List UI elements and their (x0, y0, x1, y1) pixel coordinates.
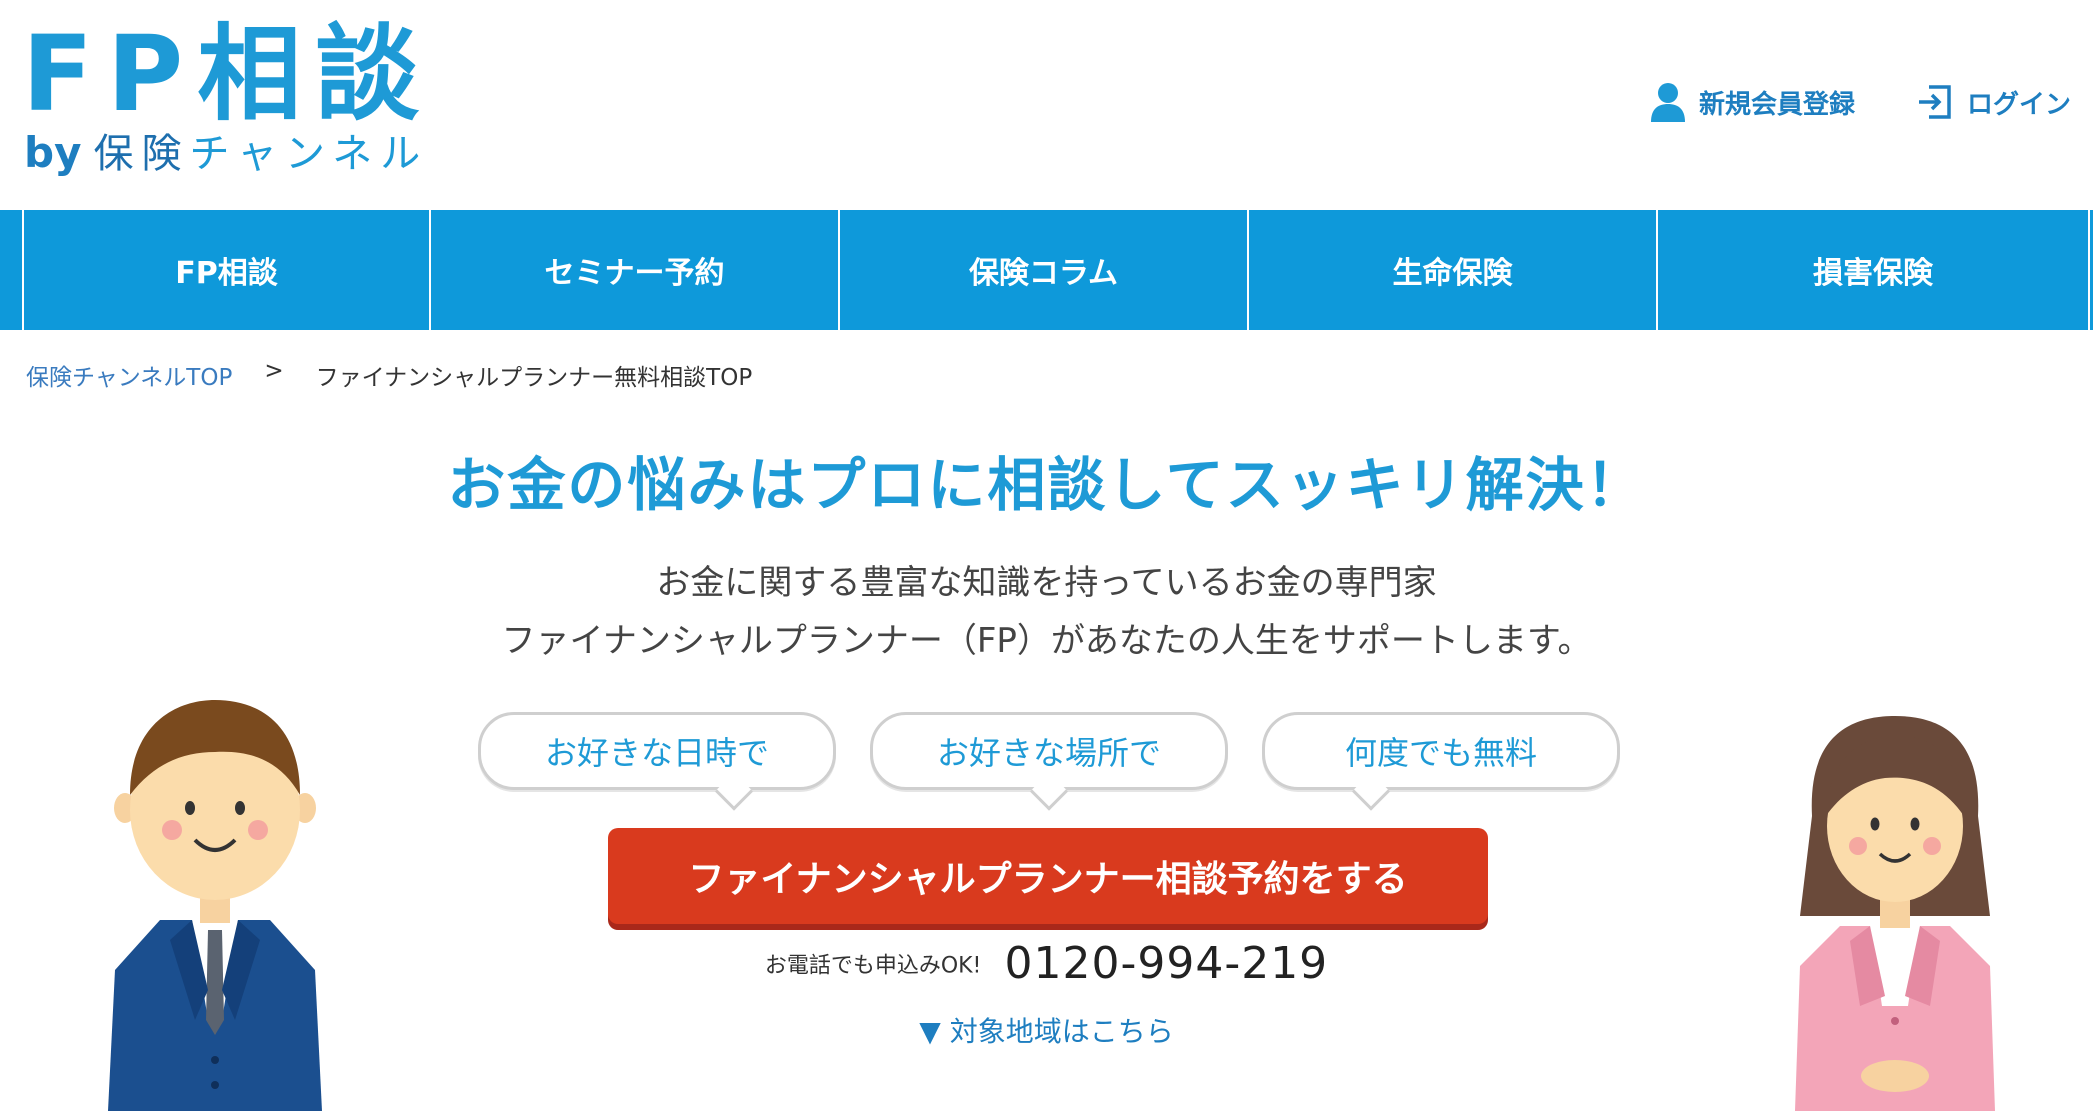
breadcrumb-home[interactable]: 保険チャンネルTOP (26, 358, 232, 392)
phone-label: お電話でも申込みOK! (764, 953, 982, 979)
lead-line-1: お金に関する豊富な知識を持っているお金の専門家 (656, 563, 1437, 603)
nav-item-property-insurance[interactable]: 損害保険 (1658, 210, 2090, 330)
logo-ins: 保険 (93, 131, 190, 177)
feature-bubble-place: お好きな場所で (870, 712, 1228, 790)
logo-channel: チャンネル (189, 131, 429, 177)
feature-bubble-datetime: お好きな日時で (478, 712, 836, 790)
breadcrumb-current: ファイナンシャルプランナー無料相談TOP (315, 365, 753, 391)
nav-item-life-insurance[interactable]: 生命保険 (1249, 210, 1658, 330)
consult-reserve-button[interactable]: ファイナンシャルプランナー相談予約をする (608, 828, 1488, 924)
login-link[interactable]: ログイン (1915, 83, 2071, 121)
register-link[interactable]: 新規会員登録 (1650, 82, 1855, 122)
hero-lead: お金に関する豊富な知識を持っているお金の専門家 ファイナンシャルプランナー（FP… (0, 554, 2093, 670)
feature-bubble-free: 何度でも無料 (1262, 712, 1620, 790)
breadcrumb: 保険チャンネルTOP > ファイナンシャルプランナー無料相談TOP (26, 358, 752, 392)
feature-bubbles: お好きな日時で お好きな場所で 何度でも無料 (478, 712, 1620, 790)
hero-headline: お金の悩みはプロに相談してスッキリ解決！ (447, 451, 1646, 519)
register-label: 新規会員登録 (1698, 89, 1855, 120)
woman-illustration (1795, 716, 1995, 1111)
logo-by: by (24, 128, 82, 177)
nav-item-column[interactable]: 保険コラム (840, 210, 1249, 330)
breadcrumb-separator: > (264, 358, 284, 384)
nav-item-seminar[interactable]: セミナー予約 (431, 210, 840, 330)
login-icon (1918, 85, 1951, 119)
man-illustration (108, 700, 322, 1111)
header-links: 新規会員登録 ログイン (1650, 82, 2071, 122)
main-nav: FP相談 セミナー予約 保険コラム 生命保険 損害保険 (0, 210, 2093, 330)
phone-number[interactable]: 0120-994-219 (1004, 938, 1328, 989)
logo-subtitle: by 保険チャンネル (24, 131, 429, 177)
lead-line-2: ファイナンシャルプランナー（FP）があなたの人生をサポートします。 (501, 621, 1592, 661)
user-icon (1650, 83, 1685, 122)
login-label: ログイン (1966, 89, 2071, 120)
logo-title: FP相談 (22, 13, 434, 135)
nav-item-fp-consult[interactable]: FP相談 (22, 210, 431, 330)
